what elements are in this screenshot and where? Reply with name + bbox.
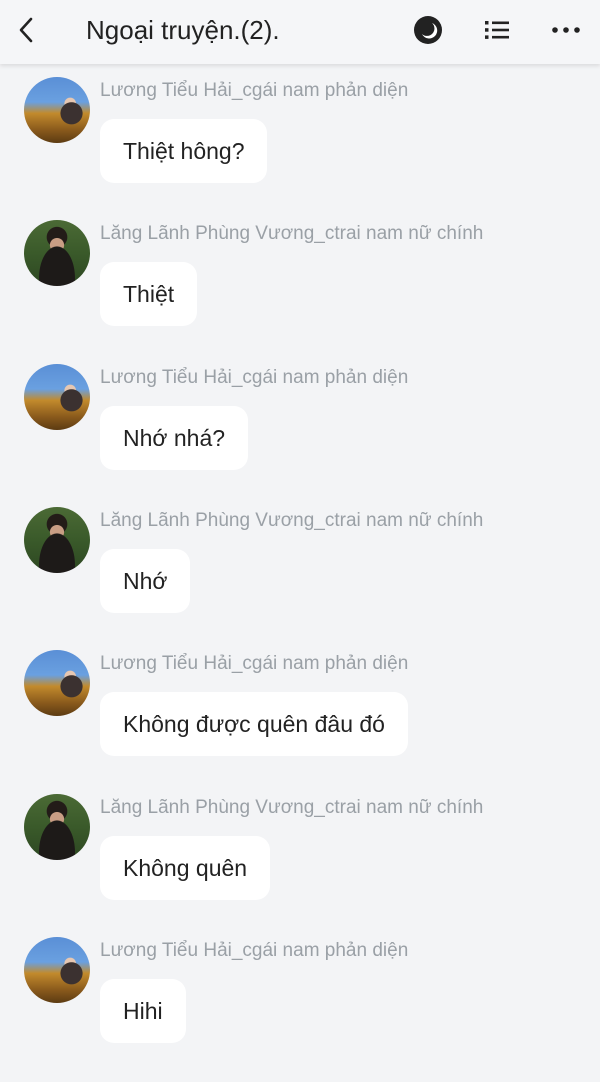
message-row: Lương Tiểu Hải_cgái nam phản diện Không … (0, 637, 600, 767)
message-row: Lăng Lãnh Phùng Vương_ctrai nam nữ chính… (0, 781, 600, 911)
avatar[interactable] (24, 220, 90, 286)
message-row: Lương Tiểu Hải_cgái nam phản diện Hihi (0, 924, 600, 1054)
message-bubble[interactable]: Thiệt hông? (100, 119, 268, 183)
sender-name: Lăng Lãnh Phùng Vương_ctrai nam nữ chính (100, 797, 484, 818)
message-row: Lương Tiểu Hải_cgái nam phản diện Nhớ nh… (0, 351, 600, 481)
avatar[interactable] (24, 77, 90, 143)
sender-name: Lăng Lãnh Phùng Vương_ctrai nam nữ chính (100, 223, 484, 244)
message-bubble[interactable]: Thiệt (100, 262, 198, 326)
message-bubble[interactable]: Nhớ nhá? (100, 406, 249, 470)
sender-name: Lương Tiểu Hải_cgái nam phản diện (100, 653, 409, 674)
message-bubble[interactable]: Không được quên đâu đó (100, 692, 408, 756)
avatar[interactable] (24, 794, 90, 860)
avatar[interactable] (24, 364, 90, 430)
chapter-title: Ngoại truyện.(2). (86, 15, 280, 45)
message-row: Lăng Lãnh Phùng Vương_ctrai nam nữ chính… (0, 494, 600, 624)
avatar[interactable] (24, 650, 90, 716)
sender-name: Lương Tiểu Hải_cgái nam phản diện (100, 940, 409, 961)
message-bubble[interactable]: Hihi (100, 979, 186, 1043)
sender-name: Lăng Lãnh Phùng Vương_ctrai nam nữ chính (100, 510, 484, 531)
night-mode-button[interactable] (410, 12, 446, 48)
avatar[interactable] (24, 937, 90, 1003)
sender-name: Lương Tiểu Hải_cgái nam phản diện (100, 367, 409, 388)
top-bar: Ngoại truyện.(2). (0, 0, 600, 64)
message-bubble[interactable]: Nhớ (100, 549, 191, 613)
more-button[interactable] (548, 12, 584, 48)
chapter-list-button[interactable] (479, 12, 515, 48)
more-icon (552, 27, 580, 33)
message-row: Lăng Lãnh Phùng Vương_ctrai nam nữ chính… (0, 207, 600, 337)
avatar[interactable] (24, 507, 90, 573)
back-button[interactable] (10, 12, 42, 48)
list-icon (485, 21, 509, 39)
back-icon (19, 17, 33, 43)
night-mode-icon (414, 16, 442, 44)
sender-name: Lương Tiểu Hải_cgái nam phản diện (100, 80, 409, 101)
message-row: Lương Tiểu Hải_cgái nam phản diện Thiệt … (0, 64, 600, 194)
message-bubble[interactable]: Không quên (100, 836, 271, 900)
